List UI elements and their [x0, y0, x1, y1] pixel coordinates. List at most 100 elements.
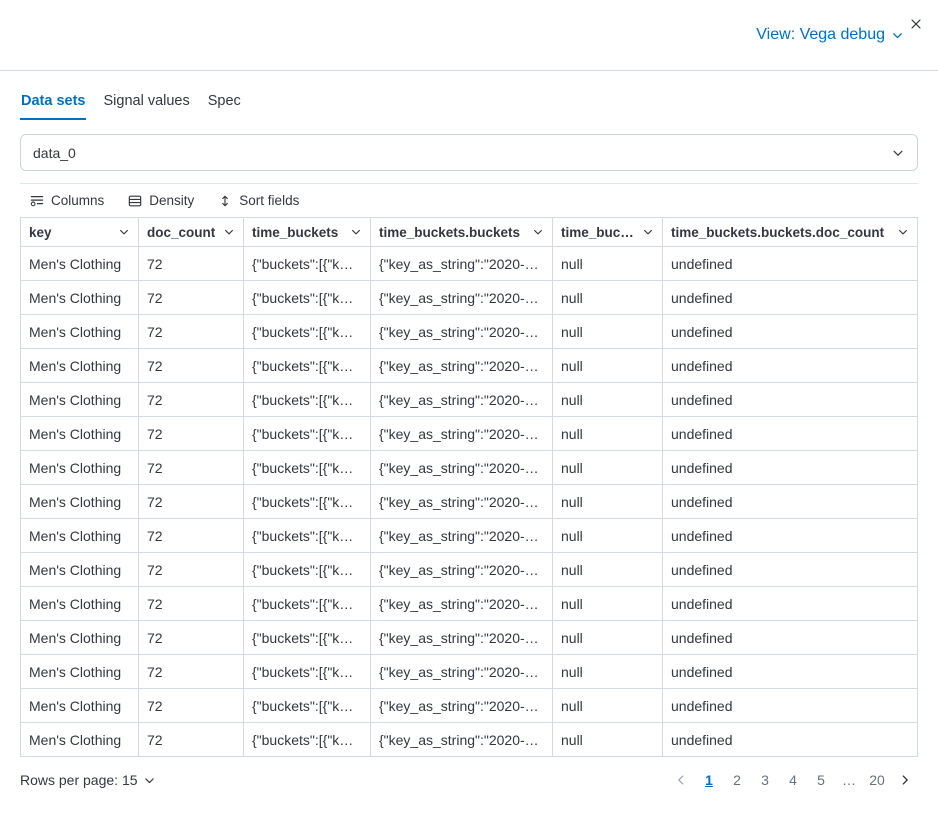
view-selector-button[interactable]: View: Vega debug	[756, 26, 904, 44]
table-cell[interactable]: null	[553, 655, 663, 689]
pagination-page-4[interactable]: 4	[780, 767, 806, 793]
table-cell[interactable]: {"key_as_string":"2020-…	[371, 451, 553, 485]
density-button[interactable]: Density	[126, 191, 196, 210]
table-cell[interactable]: null	[553, 485, 663, 519]
column-header-4[interactable]: time_buck…	[553, 218, 663, 247]
pagination-page-5[interactable]: 5	[808, 767, 834, 793]
table-cell[interactable]: Men's Clothing	[21, 723, 139, 757]
table-cell[interactable]: {"key_as_string":"2020-…	[371, 723, 553, 757]
table-cell[interactable]: {"buckets":[{"k…	[244, 723, 371, 757]
column-header-2[interactable]: time_buckets	[244, 218, 371, 247]
table-cell[interactable]: Men's Clothing	[21, 281, 139, 315]
column-header-5[interactable]: time_buckets.buckets.doc_count	[663, 218, 918, 247]
table-cell[interactable]: 72	[139, 451, 244, 485]
table-cell[interactable]: {"key_as_string":"2020-…	[371, 485, 553, 519]
table-cell[interactable]: Men's Clothing	[21, 247, 139, 281]
table-cell[interactable]: {"buckets":[{"k…	[244, 689, 371, 723]
table-cell[interactable]: undefined	[663, 281, 918, 315]
column-header-3[interactable]: time_buckets.buckets	[371, 218, 553, 247]
table-cell[interactable]: null	[553, 519, 663, 553]
table-cell[interactable]: 72	[139, 553, 244, 587]
table-cell[interactable]: undefined	[663, 689, 918, 723]
table-cell[interactable]: {"key_as_string":"2020-…	[371, 689, 553, 723]
table-cell[interactable]: 72	[139, 383, 244, 417]
table-cell[interactable]: Men's Clothing	[21, 587, 139, 621]
table-cell[interactable]: 72	[139, 723, 244, 757]
table-cell[interactable]: 72	[139, 587, 244, 621]
table-cell[interactable]: {"buckets":[{"k…	[244, 621, 371, 655]
table-cell[interactable]: 72	[139, 417, 244, 451]
table-cell[interactable]: null	[553, 281, 663, 315]
table-cell[interactable]: null	[553, 247, 663, 281]
table-cell[interactable]: 72	[139, 485, 244, 519]
table-cell[interactable]: undefined	[663, 383, 918, 417]
tab-spec[interactable]: Spec	[207, 87, 242, 120]
table-cell[interactable]: Men's Clothing	[21, 621, 139, 655]
table-cell[interactable]: null	[553, 417, 663, 451]
table-cell[interactable]: undefined	[663, 247, 918, 281]
table-cell[interactable]: Men's Clothing	[21, 349, 139, 383]
table-cell[interactable]: undefined	[663, 655, 918, 689]
table-cell[interactable]: undefined	[663, 485, 918, 519]
table-cell[interactable]: null	[553, 451, 663, 485]
table-cell[interactable]: {"key_as_string":"2020-…	[371, 553, 553, 587]
table-cell[interactable]: undefined	[663, 519, 918, 553]
table-cell[interactable]: {"key_as_string":"2020-…	[371, 349, 553, 383]
pagination-page-20[interactable]: 20	[864, 767, 890, 793]
table-cell[interactable]: undefined	[663, 723, 918, 757]
table-cell[interactable]: {"key_as_string":"2020-…	[371, 587, 553, 621]
table-cell[interactable]: Men's Clothing	[21, 315, 139, 349]
table-cell[interactable]: 72	[139, 247, 244, 281]
table-cell[interactable]: Men's Clothing	[21, 417, 139, 451]
next-page-button[interactable]	[892, 767, 918, 793]
table-cell[interactable]: 72	[139, 315, 244, 349]
table-cell[interactable]: null	[553, 383, 663, 417]
tab-data-sets[interactable]: Data sets	[20, 87, 86, 120]
table-cell[interactable]: {"key_as_string":"2020-…	[371, 383, 553, 417]
table-cell[interactable]: Men's Clothing	[21, 451, 139, 485]
table-cell[interactable]: Men's Clothing	[21, 689, 139, 723]
table-cell[interactable]: Men's Clothing	[21, 519, 139, 553]
rows-per-page-button[interactable]: Rows per page: 15	[20, 772, 156, 788]
table-cell[interactable]: null	[553, 689, 663, 723]
pagination-page-2[interactable]: 2	[724, 767, 750, 793]
table-cell[interactable]: {"buckets":[{"k…	[244, 519, 371, 553]
pagination-page-3[interactable]: 3	[752, 767, 778, 793]
close-button[interactable]	[904, 12, 928, 36]
table-cell[interactable]: undefined	[663, 587, 918, 621]
table-cell[interactable]: 72	[139, 655, 244, 689]
table-cell[interactable]: null	[553, 587, 663, 621]
table-cell[interactable]: Men's Clothing	[21, 655, 139, 689]
table-cell[interactable]: 72	[139, 689, 244, 723]
table-cell[interactable]: {"key_as_string":"2020-…	[371, 519, 553, 553]
table-cell[interactable]: 72	[139, 621, 244, 655]
table-cell[interactable]: {"buckets":[{"k…	[244, 553, 371, 587]
pagination-page-1[interactable]: 1	[696, 767, 722, 793]
table-cell[interactable]: undefined	[663, 349, 918, 383]
columns-button[interactable]: Columns	[28, 191, 106, 210]
table-cell[interactable]: 72	[139, 519, 244, 553]
table-cell[interactable]: null	[553, 621, 663, 655]
table-cell[interactable]: {"buckets":[{"k…	[244, 315, 371, 349]
column-header-1[interactable]: doc_count	[139, 218, 244, 247]
table-cell[interactable]: {"key_as_string":"2020-…	[371, 281, 553, 315]
table-cell[interactable]: Men's Clothing	[21, 553, 139, 587]
table-cell[interactable]: {"key_as_string":"2020-…	[371, 621, 553, 655]
table-cell[interactable]: {"buckets":[{"k…	[244, 587, 371, 621]
table-cell[interactable]: 72	[139, 281, 244, 315]
table-cell[interactable]: undefined	[663, 553, 918, 587]
table-cell[interactable]: {"buckets":[{"k…	[244, 281, 371, 315]
table-cell[interactable]: Men's Clothing	[21, 485, 139, 519]
table-cell[interactable]: Men's Clothing	[21, 383, 139, 417]
table-cell[interactable]: {"buckets":[{"k…	[244, 383, 371, 417]
table-cell[interactable]: null	[553, 349, 663, 383]
table-cell[interactable]: null	[553, 723, 663, 757]
table-cell[interactable]: undefined	[663, 417, 918, 451]
dataset-select[interactable]: data_0	[20, 134, 918, 171]
table-cell[interactable]: undefined	[663, 315, 918, 349]
column-header-0[interactable]: key	[21, 218, 139, 247]
table-cell[interactable]: undefined	[663, 451, 918, 485]
table-cell[interactable]: {"buckets":[{"k…	[244, 451, 371, 485]
table-cell[interactable]: null	[553, 315, 663, 349]
table-cell[interactable]: 72	[139, 349, 244, 383]
